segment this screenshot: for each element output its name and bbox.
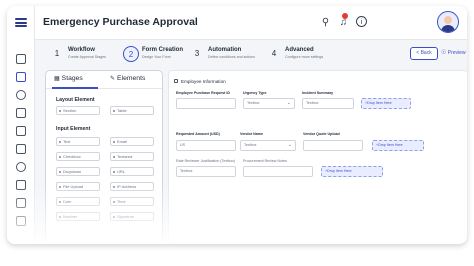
element-time[interactable]: Time	[110, 197, 154, 206]
field-label: Rate Reviewer Justification (Textbox)	[176, 159, 236, 163]
step-desc: Create Approval Stages	[68, 55, 106, 59]
wizard-stepper: 1 Workflow Create Approval Stages 2 Form…	[45, 44, 467, 64]
justification-field[interactable]: Textbox	[176, 166, 236, 177]
field-label: Urgency Type	[243, 91, 267, 95]
element-textarea[interactable]: Textarea	[110, 152, 154, 161]
calendar-icon[interactable]	[16, 126, 26, 136]
reviewer-notes-field[interactable]	[243, 166, 313, 177]
element-dropdown[interactable]: Dropdown	[56, 167, 100, 176]
form-canvas: Employee Information Employee Purchase R…	[168, 70, 467, 244]
element-signature[interactable]: Signature	[110, 212, 154, 221]
drop-zone[interactable]: +Drop Item Here	[321, 166, 383, 177]
pencil-icon: ✎	[110, 76, 116, 82]
top-header: Emergency Purchase Approval	[35, 6, 467, 40]
step-title: Advanced	[285, 47, 314, 53]
element-url[interactable]: URL	[110, 167, 154, 176]
field-label: Vendor Name	[240, 132, 263, 136]
step-title: Workflow	[68, 47, 95, 53]
amount-field[interactable]: US	[176, 140, 236, 151]
elements-panel: ▦ Stages ✎ Elements Layout Element Section…	[45, 70, 163, 244]
icon-rail	[7, 6, 35, 244]
tab-stages-label: Stages	[61, 75, 83, 82]
eye-icon: ☉	[441, 50, 447, 56]
page-title: Emergency Purchase Approval	[43, 16, 198, 28]
element-table[interactable]: Table	[110, 106, 154, 115]
tab-stages[interactable]: ▦ Stages	[54, 75, 83, 82]
element-date[interactable]: Date	[56, 197, 100, 206]
urgency-dropdown[interactable]: Textbox ⌄	[243, 98, 295, 109]
info-icon[interactable]: i	[356, 16, 367, 27]
users-icon[interactable]	[16, 198, 26, 208]
element-file-upload[interactable]: File Upload	[56, 182, 100, 191]
back-button[interactable]: < Back	[410, 47, 438, 60]
request-id-field[interactable]	[176, 98, 236, 109]
element-text[interactable]: Text	[56, 137, 100, 146]
tab-elements-label: Elements	[117, 75, 146, 82]
hamburger-menu-icon[interactable]	[15, 18, 27, 27]
chevron-down-icon: ⌄	[287, 142, 292, 148]
step-number: 1	[54, 49, 60, 58]
user-avatar[interactable]	[437, 11, 459, 33]
step-number: 4	[271, 49, 277, 58]
app-window: Emergency Purchase Approval ⚲ ♫ i 1 Work…	[7, 6, 467, 244]
vendor-name-value: Textbox	[244, 143, 257, 147]
reports-icon[interactable]	[16, 144, 26, 154]
layout-element-heading: Layout Element	[56, 97, 95, 103]
field-label: Vendor Quote Upload	[303, 132, 340, 136]
grid-icon: ▦	[54, 76, 60, 82]
field-label: Employee Purchase Request ID	[176, 91, 230, 95]
workflow-icon[interactable]	[16, 162, 26, 172]
incident-summary-field[interactable]: Textbox	[302, 98, 354, 109]
tab-elements[interactable]: ✎ Elements	[110, 75, 145, 82]
active-tab-indicator	[52, 87, 98, 89]
preview-button[interactable]: ☉ Preview	[441, 47, 467, 60]
element-number[interactable]: Number	[56, 212, 100, 221]
element-ip-address[interactable]: IP Address	[110, 182, 154, 191]
section-icon	[174, 79, 178, 83]
step-title: Form Creation	[142, 47, 184, 53]
section-title: Employee Information	[181, 79, 226, 84]
urgency-value: Textbox	[247, 101, 260, 105]
field-label: Incident Summary	[302, 91, 334, 95]
panel-tabs: ▦ Stages ✎ Elements	[46, 71, 162, 89]
step-desc: Define conditions and actions	[208, 55, 255, 59]
notification-badge	[342, 13, 348, 19]
input-element-heading: Input Element	[56, 126, 91, 132]
chevron-down-icon: ⌄	[286, 100, 291, 106]
vendor-name-dropdown[interactable]: Textbox ⌄	[240, 140, 296, 151]
element-email[interactable]: Email	[110, 137, 154, 146]
vendor-quote-upload[interactable]	[303, 140, 363, 151]
drop-zone[interactable]: +Drop Item Here	[361, 98, 411, 109]
field-label: Requested Amount (USD)	[176, 132, 220, 136]
step-title: Automation	[208, 47, 242, 53]
preview-label: Preview	[447, 50, 466, 56]
element-checkbox[interactable]: Checkbox	[56, 152, 100, 161]
element-section[interactable]: Section	[56, 106, 100, 115]
step-number: 2	[123, 46, 139, 62]
settings-icon[interactable]	[16, 180, 26, 190]
step-number: 3	[194, 49, 200, 58]
search-icon[interactable]: ⚲	[319, 16, 332, 29]
document-icon[interactable]	[16, 90, 26, 100]
step-desc: Configure more settings	[285, 55, 324, 59]
drop-zone[interactable]: +Drop Item Here	[372, 140, 424, 151]
step-desc: Design Your Form	[142, 55, 171, 59]
dashboard-icon[interactable]	[16, 54, 26, 64]
field-label: Procurement Review Notes	[243, 159, 287, 163]
list-icon[interactable]	[16, 72, 26, 82]
tasks-icon[interactable]	[16, 108, 26, 118]
help-icon[interactable]	[16, 216, 26, 226]
